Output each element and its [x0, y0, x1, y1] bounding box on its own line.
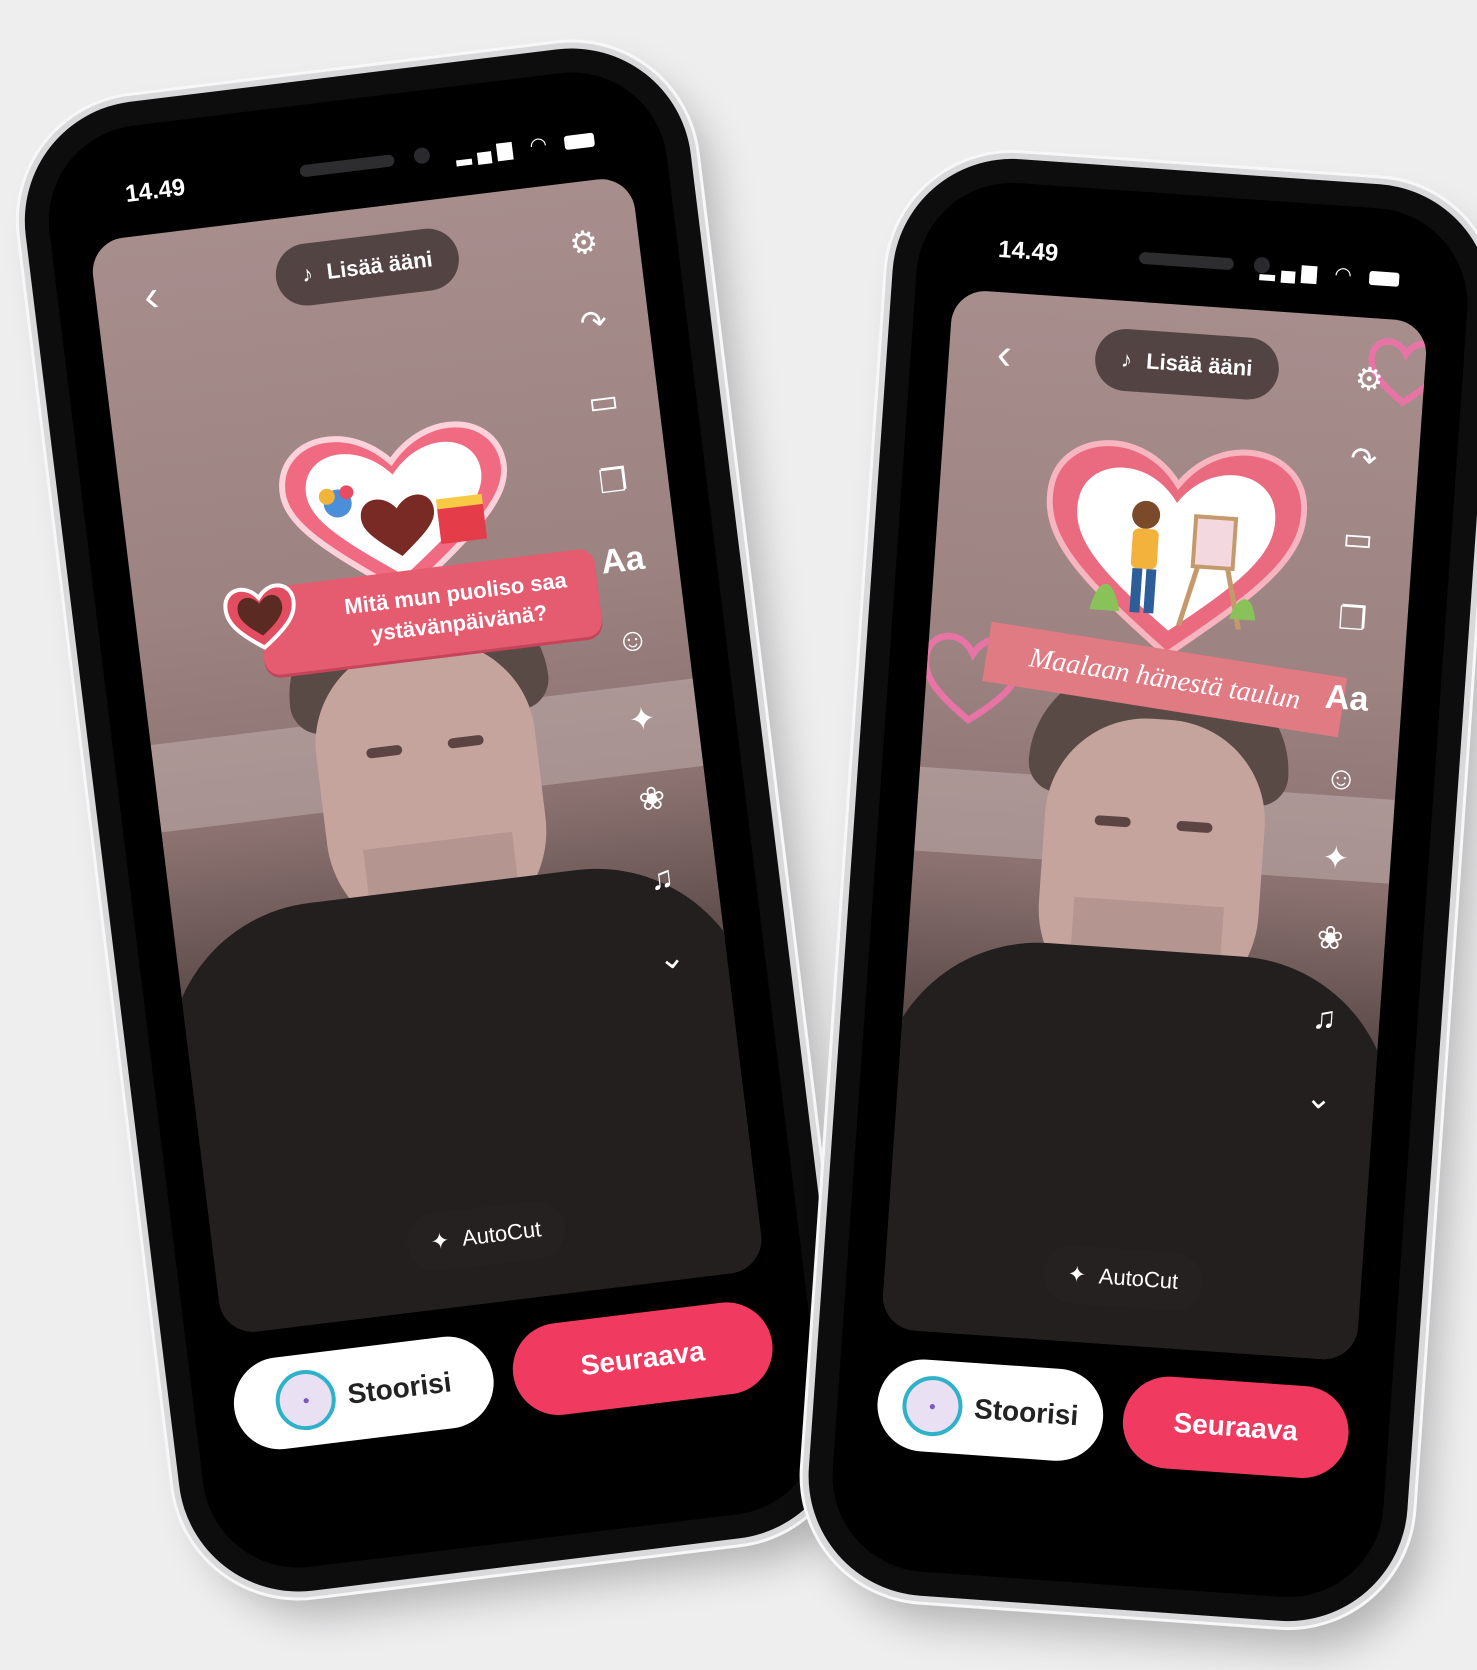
- speaker: [299, 154, 395, 178]
- sparkle-icon: ✦: [1066, 1261, 1087, 1288]
- battery-icon: [1368, 270, 1400, 287]
- next-label: Seuraava: [1172, 1406, 1299, 1447]
- autocut-label: AutoCut: [1098, 1263, 1180, 1294]
- wifi-icon: ◠: [1333, 263, 1359, 287]
- effects-icon[interactable]: ✦: [1307, 829, 1365, 887]
- settings-icon[interactable]: ⚙: [554, 212, 614, 272]
- add-sound-label: Lisää ääni: [325, 246, 434, 285]
- status-icons: ▂▄▆ ◠: [454, 126, 596, 168]
- avatar: ●: [900, 1374, 965, 1439]
- next-button[interactable]: Seuraava: [1119, 1373, 1352, 1482]
- status-time: 14.49: [123, 173, 187, 208]
- crop-icon[interactable]: ▭: [1329, 510, 1387, 568]
- phone-left: 14.49 ▂▄▆ ◠ ‹ ♪ Lisää ääni Mitä mun puol…: [11, 34, 859, 1606]
- wifi-icon: ◠: [528, 132, 555, 158]
- voice-effect-icon[interactable]: ♫: [632, 848, 692, 908]
- signal-icon: ▂▄▆: [454, 136, 520, 167]
- add-sound-button[interactable]: ♪ Lisää ääni: [1093, 326, 1281, 402]
- sparkle-icon: ✦: [429, 1227, 451, 1255]
- more-chevron-icon[interactable]: ⌄: [1290, 1068, 1348, 1126]
- autocut-button[interactable]: ✦ AutoCut: [1041, 1243, 1205, 1313]
- bottom-actions: ● Stoorisi Seuraava: [874, 1356, 1352, 1482]
- filters-icon[interactable]: ❀: [1301, 909, 1359, 967]
- status-time: 14.49: [997, 235, 1060, 268]
- back-button[interactable]: ‹: [995, 329, 1013, 379]
- your-story-button[interactable]: ● Stoorisi: [874, 1356, 1107, 1464]
- battery-icon: [563, 132, 596, 150]
- speaker: [1138, 251, 1235, 271]
- your-story-button[interactable]: ● Stoorisi: [228, 1331, 499, 1455]
- story-label: Stoorisi: [973, 1393, 1080, 1432]
- next-label: Seuraava: [578, 1335, 707, 1382]
- story-label: Stoorisi: [345, 1366, 454, 1410]
- settings-icon[interactable]: ⚙: [1340, 350, 1398, 408]
- chocolate-box-icon: [223, 583, 296, 650]
- phone-screen: 14.49 ▂▄▆ ◠ ‹ ♪ Lisää ääni Mitä mun puol…: [37, 61, 833, 1579]
- text-icon[interactable]: Aa: [1318, 669, 1376, 727]
- filters-icon[interactable]: ❀: [622, 768, 682, 828]
- crop-icon[interactable]: ▭: [573, 371, 633, 431]
- next-button[interactable]: Seuraava: [507, 1297, 778, 1421]
- sticker-icon[interactable]: ☺: [602, 609, 662, 669]
- more-chevron-icon[interactable]: ⌄: [641, 927, 701, 987]
- autocut-label: AutoCut: [460, 1216, 543, 1251]
- effects-icon[interactable]: ✦: [612, 689, 672, 749]
- music-note-icon: ♪: [1120, 346, 1134, 373]
- template-icon[interactable]: ❐: [583, 451, 643, 511]
- front-camera: [413, 146, 431, 165]
- avatar: ●: [272, 1366, 340, 1434]
- question-sticker[interactable]: Mitä mun puoliso saa ystävänpäivänä?: [217, 396, 604, 695]
- status-icons: ▂▄▆ ◠: [1259, 256, 1400, 291]
- phone-right: 14.49 ▂▄▆ ◠ ‹ ♪ Lisää ääni Maalaan hänes…: [800, 150, 1477, 1630]
- template-icon[interactable]: ❐: [1324, 590, 1382, 648]
- signal-icon: ▂▄▆: [1259, 258, 1324, 285]
- add-sound-label: Lisää ääni: [1145, 348, 1254, 381]
- answer-sticker[interactable]: Maalaan hänestä taulun: [980, 413, 1362, 767]
- video-preview[interactable]: ‹ ♪ Lisää ääni Maalaan hänestä taulun ⚙ …: [880, 288, 1429, 1362]
- share-icon[interactable]: ↷: [1335, 430, 1393, 488]
- text-icon[interactable]: Aa: [593, 530, 653, 590]
- phone-screen: 14.49 ▂▄▆ ◠ ‹ ♪ Lisää ääni Maalaan hänes…: [826, 176, 1474, 1604]
- share-icon[interactable]: ↷: [563, 292, 623, 352]
- video-preview[interactable]: ‹ ♪ Lisää ääni Mitä mun puoliso saa ystä…: [88, 175, 766, 1336]
- sticker-icon[interactable]: ☺: [1312, 749, 1370, 807]
- add-sound-button[interactable]: ♪ Lisää ääni: [272, 225, 462, 310]
- voice-effect-icon[interactable]: ♫: [1296, 989, 1354, 1047]
- back-button[interactable]: ‹: [141, 271, 162, 321]
- music-note-icon: ♪: [300, 260, 315, 288]
